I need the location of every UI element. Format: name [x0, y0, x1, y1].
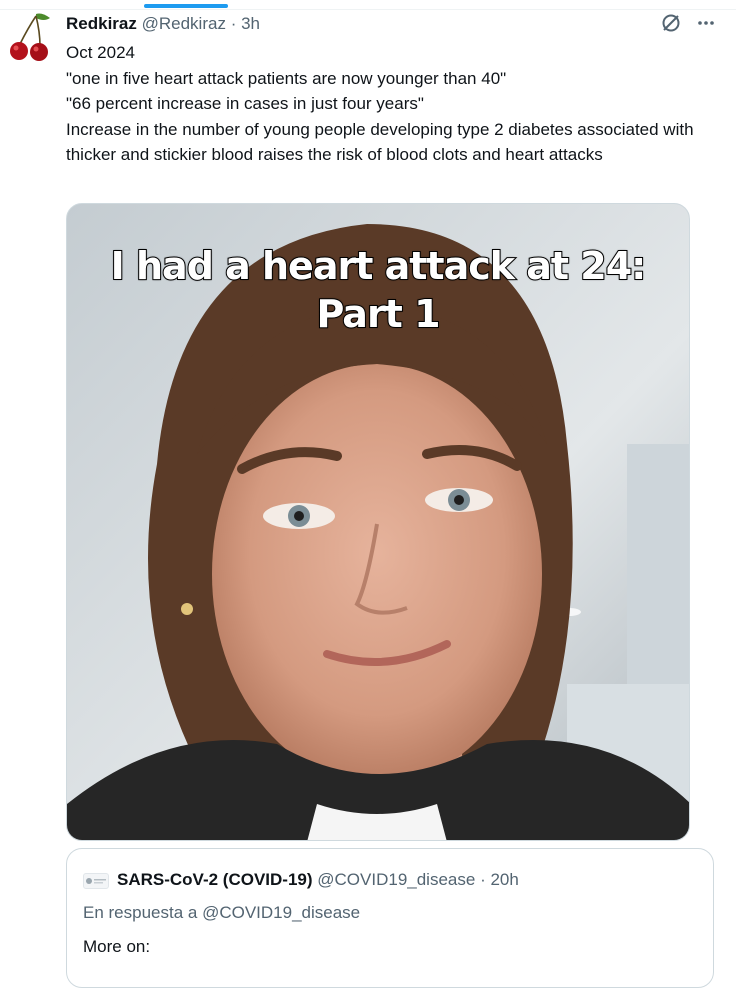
caption-line-2: Part 1 [315, 291, 441, 337]
tweet-text-line: Increase in the number of young people d… [66, 119, 694, 165]
quoted-tweet-timestamp[interactable]: 20h [490, 870, 518, 889]
cherries-icon [10, 13, 50, 61]
quoted-author-avatar[interactable] [83, 873, 109, 889]
reply-context: En respuesta a @COVID19_disease [83, 903, 361, 922]
author-avatar[interactable] [6, 10, 56, 62]
author-handle[interactable]: @Redkiraz [142, 14, 226, 33]
active-tab-indicator [144, 4, 228, 8]
tweet-text: Oct 2024 "one in five heart attack patie… [66, 40, 716, 168]
caption-line-1: I had a heart attack at 24: [110, 243, 648, 289]
author-name[interactable]: Redkiraz [66, 14, 137, 33]
tweet-media-image[interactable]: I had a heart attack at 24: Part 1 [66, 203, 690, 841]
tweet-text-line: Oct 2024 [66, 43, 135, 62]
tweet-top-actions [660, 12, 716, 34]
virus-logo-icon [86, 878, 106, 884]
separator-dot: · [480, 870, 486, 889]
tweet-text-line: "one in five heart attack patients are n… [66, 68, 507, 88]
tweet-timestamp[interactable]: 3h [241, 14, 260, 33]
video-caption-overlay: I had a heart attack at 24: Part 1 [67, 242, 689, 338]
quoted-tweet[interactable]: SARS-CoV-2 (COVID-19) @COVID19_disease ·… [66, 848, 714, 988]
quoted-author-name[interactable]: SARS-CoV-2 (COVID-19) [117, 870, 313, 889]
tweet-header: Redkiraz @Redkiraz · 3h [66, 13, 260, 35]
grok-icon[interactable] [660, 12, 682, 34]
quoted-tweet-header: SARS-CoV-2 (COVID-19) @COVID19_disease ·… [117, 869, 519, 891]
tweet-text-line: "66 percent increase in cases in just fo… [66, 94, 424, 113]
more-icon[interactable] [696, 13, 716, 33]
quoted-tweet-text: More on: [83, 937, 151, 956]
separator-dot: · [230, 14, 237, 33]
quoted-author-handle[interactable]: @COVID19_disease [317, 870, 475, 889]
top-divider [0, 9, 736, 10]
